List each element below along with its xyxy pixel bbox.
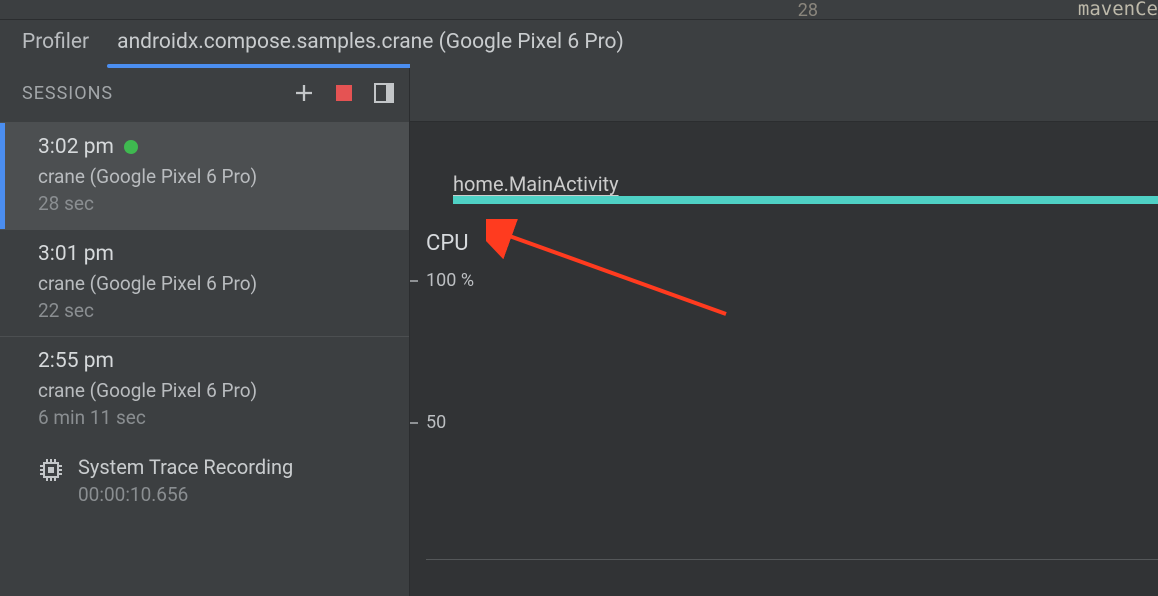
activity-label[interactable]: home.MainActivity [453, 172, 619, 196]
session-device: crane (Google Pixel 6 Pro) [38, 272, 391, 295]
sessions-sidebar: SESSIONS 3:02 pm crane (Google Pixel 6 P… [0, 64, 410, 596]
annotation-arrow-icon [486, 219, 746, 329]
session-time: 3:01 pm [38, 242, 391, 266]
recording-title: System Trace Recording [78, 455, 293, 479]
session-item[interactable]: 3:01 pm crane (Google Pixel 6 Pro) 22 se… [0, 229, 409, 336]
session-time: 3:02 pm [38, 135, 391, 159]
session-item[interactable]: 3:02 pm crane (Google Pixel 6 Pro) 28 se… [0, 122, 409, 229]
stop-icon [335, 84, 353, 102]
session-time: 2:55 pm [38, 349, 391, 373]
stop-session-button[interactable] [333, 82, 355, 104]
session-time-text: 2:55 pm [38, 349, 114, 373]
axis-label-text: 100 % [426, 270, 474, 291]
recording-item[interactable]: System Trace Recording 00:00:10.656 [0, 443, 409, 520]
profiler-main: SESSIONS 3:02 pm crane (Google Pixel 6 P… [0, 64, 1158, 596]
sessions-header-label: SESSIONS [22, 83, 113, 104]
section-divider [426, 559, 1158, 560]
axis-tick-icon [410, 280, 418, 282]
toggle-panel-button[interactable] [373, 82, 395, 104]
sessions-header: SESSIONS [0, 64, 409, 122]
session-item[interactable]: 2:55 pm crane (Google Pixel 6 Pro) 6 min… [0, 336, 409, 443]
cpu-axis-100: 100 % [410, 270, 474, 291]
session-device: crane (Google Pixel 6 Pro) [38, 165, 391, 188]
recording-duration: 00:00:10.656 [78, 483, 293, 506]
cpu-section-label: CPU [426, 231, 468, 256]
panel-right-icon [374, 83, 394, 103]
profiler-tabbar: Profiler androidx.compose.samples.crane … [0, 20, 1158, 64]
session-duration: 22 sec [38, 299, 391, 322]
session-device: crane (Google Pixel 6 Pro) [38, 379, 391, 402]
axis-label-text: 50 [426, 412, 446, 433]
activity-lifecycle-bar[interactable] [453, 196, 1158, 204]
cpu-axis-50: 50 [410, 412, 446, 433]
session-duration: 28 sec [38, 192, 391, 215]
tab-session-active[interactable]: androidx.compose.samples.crane (Google P… [103, 24, 638, 60]
session-time-text: 3:02 pm [38, 135, 114, 159]
session-time-text: 3:01 pm [38, 242, 114, 266]
sessions-actions [293, 82, 395, 104]
editor-strip-above: 28 mavenCe [0, 0, 1158, 20]
profiler-content[interactable]: home.MainActivity CPU 100 % 50 [410, 64, 1158, 596]
live-indicator-icon [124, 140, 138, 154]
cpu-chip-icon [38, 457, 64, 488]
tab-profiler[interactable]: Profiler [8, 24, 103, 60]
timeline-header [410, 64, 1158, 122]
editor-text-fragment: mavenCe [1078, 0, 1158, 20]
add-session-button[interactable] [293, 82, 315, 104]
session-duration: 6 min 11 sec [38, 406, 391, 429]
editor-linenum: 28 [798, 0, 818, 21]
recording-text: System Trace Recording 00:00:10.656 [78, 455, 293, 506]
plus-icon [294, 83, 314, 103]
axis-tick-icon [410, 422, 418, 424]
